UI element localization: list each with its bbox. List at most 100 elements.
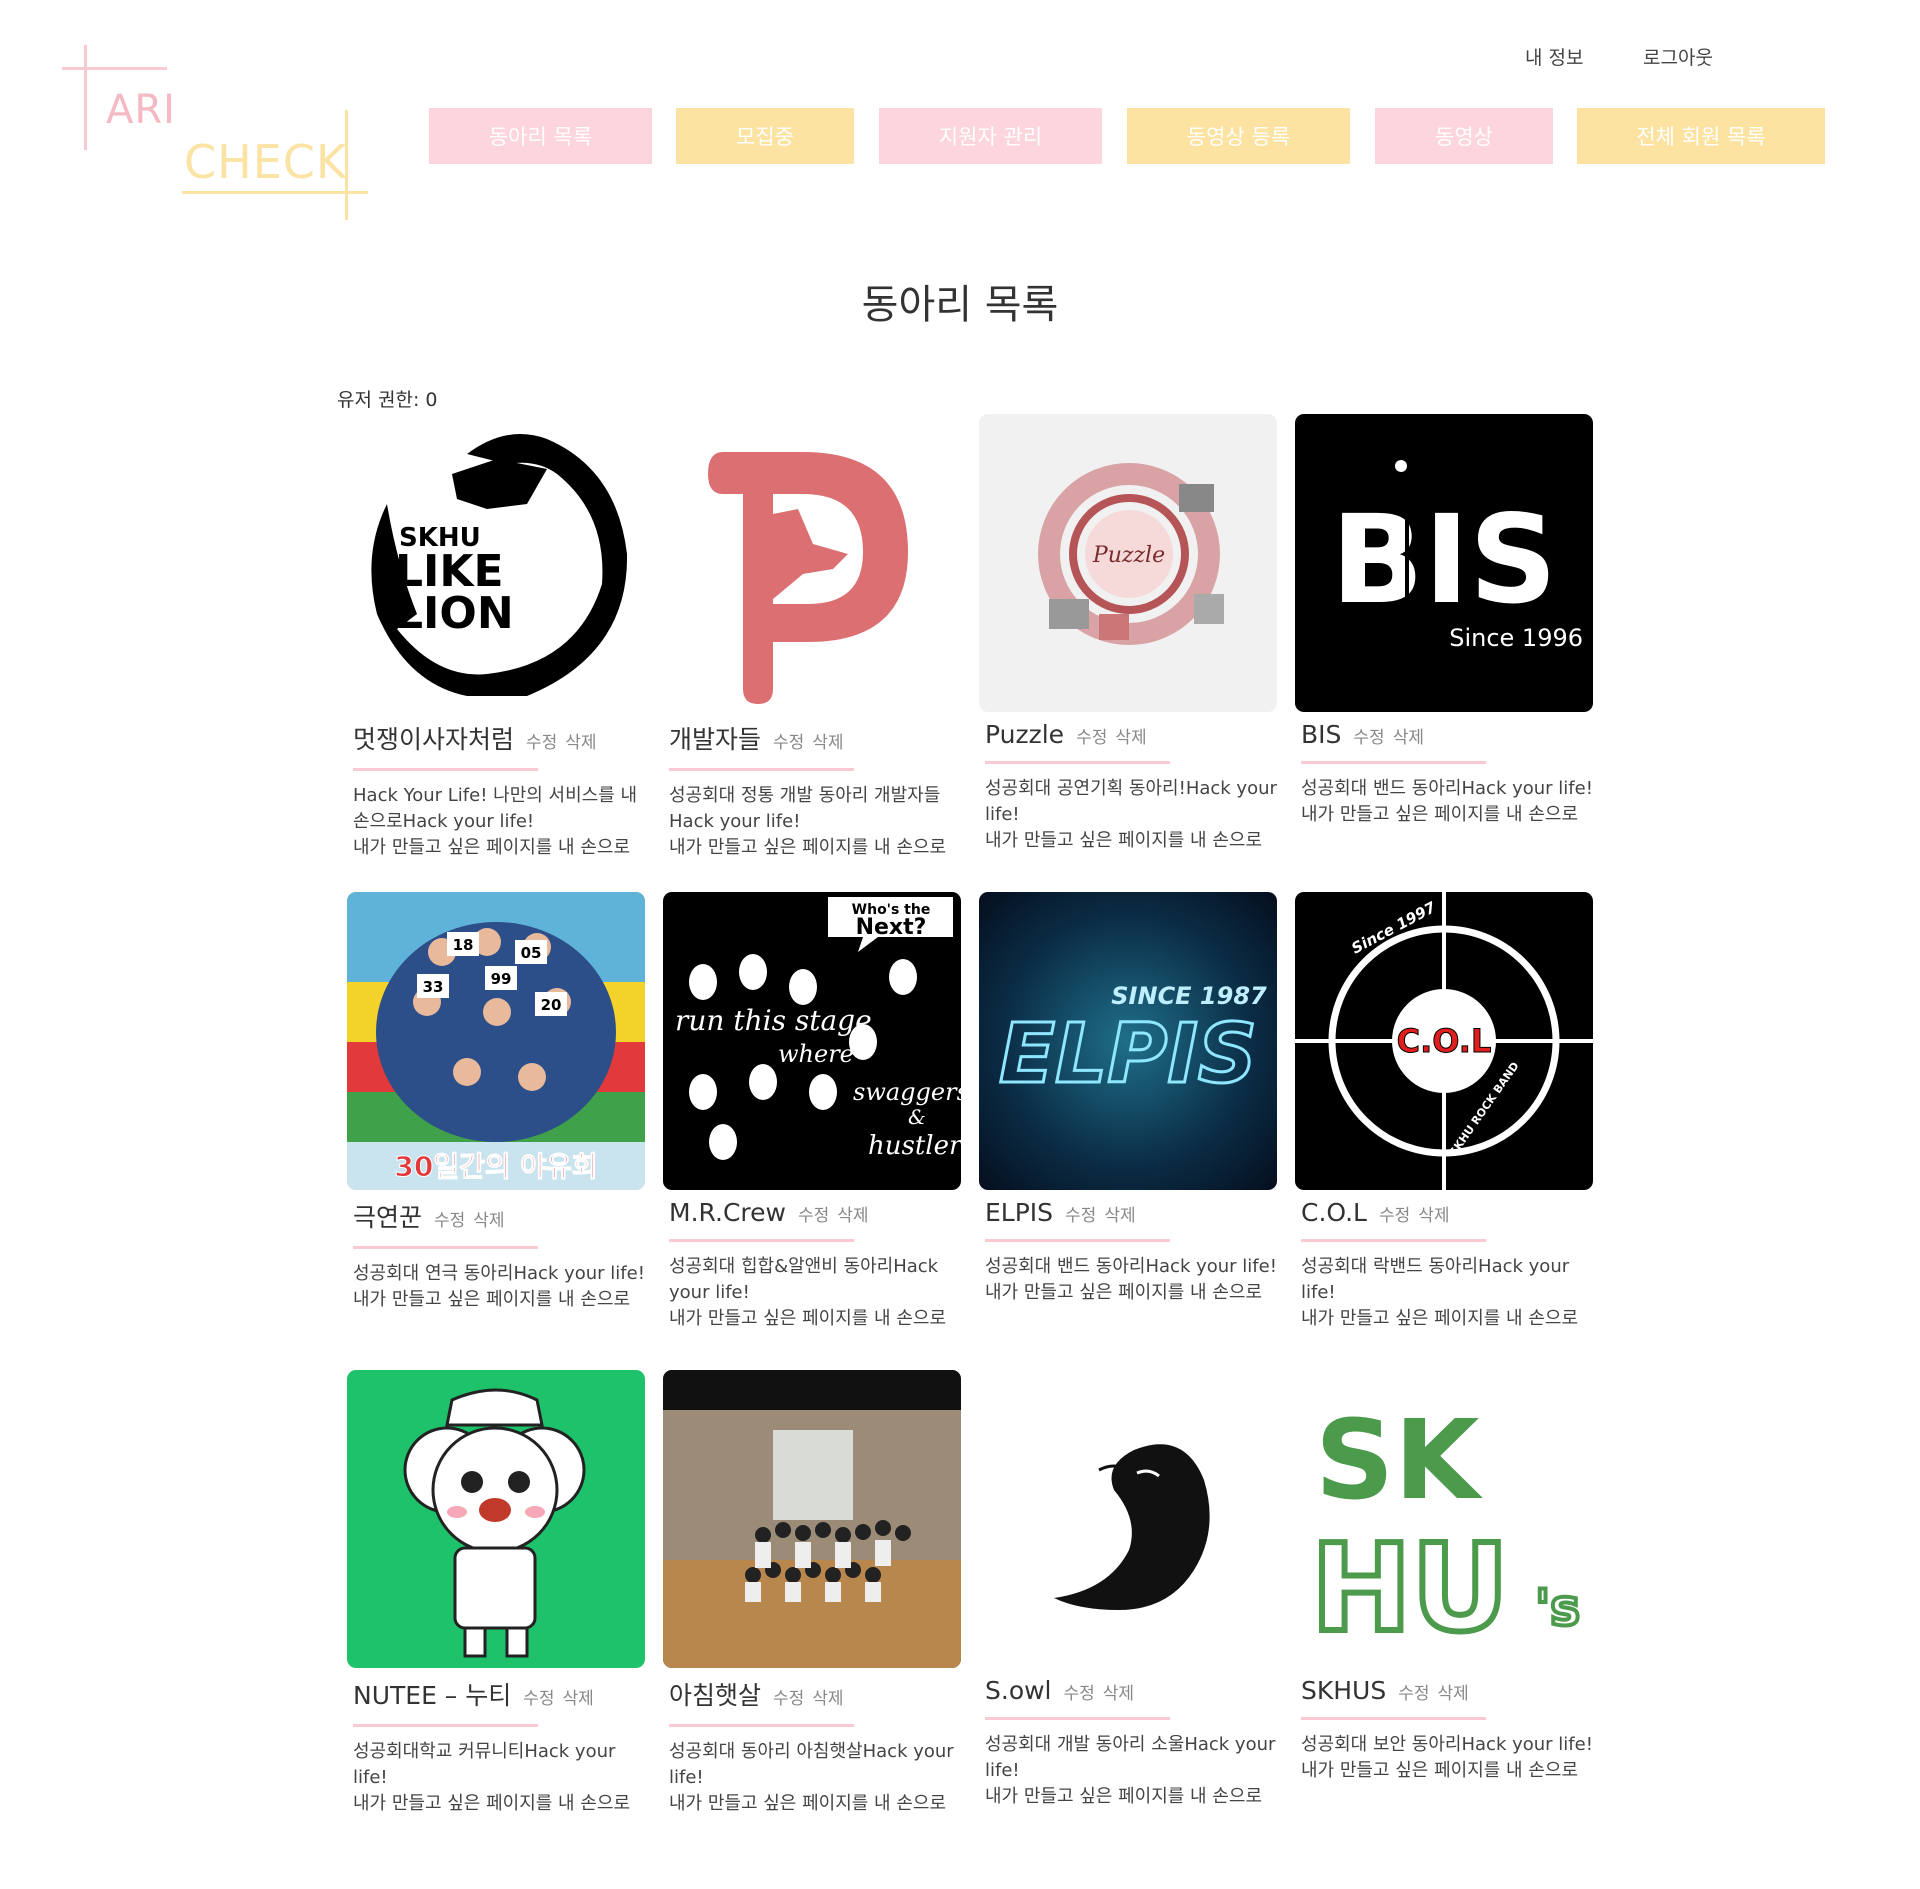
club-description: Hack Your Life! 나만의 서비스를 내손으로Hack your l…: [353, 785, 638, 858]
club-image-lion[interactable]: SKHU LIKE LION: [347, 414, 645, 712]
club-name[interactable]: BIS: [1301, 720, 1341, 749]
divider: [1301, 761, 1486, 764]
delete-link[interactable]: 삭제: [1418, 1206, 1449, 1226]
delete-link[interactable]: 삭제: [812, 733, 843, 753]
club-card[interactable]: 아침햇살 수정 삭제 성공회대 동아리 아침햇살Hack your life! 내가 …: [663, 1370, 961, 1817]
delete-link[interactable]: 삭제: [563, 1689, 594, 1709]
elpis-logo-text: ELPIS: [999, 1007, 1257, 1102]
page-title: 동아리 목록: [861, 282, 1059, 328]
divider: [985, 761, 1170, 764]
delete-link[interactable]: 삭제: [1115, 728, 1146, 748]
club-name[interactable]: M.R.Crew: [669, 1198, 786, 1227]
delete-link[interactable]: 삭제: [837, 1206, 868, 1226]
club-description: 성공회대 개발 동아리 소울Hack your life! 내가 만들고 싶은 페…: [985, 1734, 1276, 1807]
nav-all-members-button[interactable]: 전체 회원 목록: [1577, 108, 1825, 164]
club-card[interactable]: 18 05 33 99 20 30일간의 야유회 극연꾼 수정 삭제 성공회대 연극…: [347, 892, 645, 1313]
divider: [985, 1717, 1170, 1720]
club-card[interactable]: C.O.L Since 1997 SKHU ROCK BAND C.O.L 수정 삭…: [1295, 892, 1593, 1332]
delete-link[interactable]: 삭제: [565, 733, 596, 753]
club-name[interactable]: Puzzle: [985, 720, 1064, 749]
edit-link[interactable]: 수정: [1398, 1684, 1429, 1704]
club-image-elpis[interactable]: SINCE 1987 ELPIS: [979, 892, 1277, 1190]
club-name[interactable]: NUTEE – 누티: [353, 1681, 511, 1710]
club-description: 성공회대 락밴드 동아리Hack your life! 내가 만들고 싶은 페이지…: [1301, 1256, 1579, 1329]
club-image-theater[interactable]: 18 05 33 99 20 30일간의 야유회: [347, 892, 645, 1190]
delete-link[interactable]: 삭제: [1393, 728, 1424, 748]
club-name[interactable]: C.O.L: [1301, 1198, 1367, 1227]
edit-link[interactable]: 수정: [798, 1206, 829, 1226]
club-image-dog-d[interactable]: [663, 414, 961, 712]
club-card[interactable]: SKHU LIKE LION 멋쟁이사자처럼 수정 삭제 Hack Your Lif…: [347, 414, 645, 861]
nav-recruiting-button[interactable]: 모집중: [676, 108, 854, 164]
club-card[interactable]: Puzzle Puzzle 수정 삭제 성공회대 공연기획 동아리!Hack you…: [979, 414, 1277, 854]
poster-number: 99: [491, 970, 512, 988]
poster-number: 18: [453, 936, 474, 954]
divider: [1301, 1239, 1486, 1242]
edit-link[interactable]: 수정: [526, 733, 557, 753]
edit-link[interactable]: 수정: [1353, 728, 1384, 748]
poster-title: 30일간의 야유회: [394, 1150, 597, 1183]
logo-line: [182, 191, 368, 194]
edit-link[interactable]: 수정: [434, 1211, 465, 1231]
edit-link[interactable]: 수정: [1076, 728, 1107, 748]
poster-number: 20: [541, 996, 562, 1014]
logo-text-ari: ARI: [106, 87, 176, 133]
col-logo-text: C.O.L: [1397, 1022, 1492, 1060]
delete-link[interactable]: 삭제: [473, 1211, 504, 1231]
club-card[interactable]: 개발자들 수정 삭제 성공회대 정통 개발 동아리 개발자들 Hack your l…: [663, 414, 961, 861]
club-card[interactable]: SK HU 's SKHUS 수정 삭제 성공회대 보안 동아리Hack your …: [1295, 1370, 1593, 1784]
edit-link[interactable]: 수정: [1065, 1206, 1096, 1226]
club-image-bis[interactable]: BIS Since 1996: [1295, 414, 1593, 712]
club-name[interactable]: 극연꾼: [353, 1203, 422, 1232]
logo-line: [62, 67, 167, 70]
nav-video-button[interactable]: 동영상: [1375, 108, 1553, 164]
delete-link[interactable]: 삭제: [1103, 1684, 1134, 1704]
poster-text: swaggers: [853, 1078, 961, 1106]
ari-check-logo[interactable]: ARI CHECK: [62, 45, 382, 220]
club-image-nutee[interactable]: [347, 1370, 645, 1668]
club-name[interactable]: 아침햇살: [669, 1681, 761, 1710]
club-card[interactable]: Who's the Next? run this stage where swa…: [663, 892, 961, 1332]
club-name[interactable]: 개발자들: [669, 725, 761, 754]
delete-link[interactable]: 삭제: [812, 1689, 843, 1709]
nav-video-register-button[interactable]: 동영상 등록: [1127, 108, 1350, 164]
club-card[interactable]: NUTEE – 누티 수정 삭제 성공회대학교 커뮤니티Hack your life…: [347, 1370, 645, 1817]
club-description: 성공회대 보안 동아리Hack your life! 내가 만들고 싶은 페이지를…: [1301, 1734, 1593, 1781]
club-image-group-photo[interactable]: [663, 1370, 961, 1668]
lion-logo-text: LION: [395, 588, 514, 639]
bis-since-text: Since 1996: [1449, 624, 1583, 652]
divider: [353, 1724, 538, 1727]
club-description: 성공회대 동아리 아침햇살Hack your life! 내가 만들고 싶은 페이…: [669, 1741, 954, 1814]
poster-number: 33: [423, 978, 444, 996]
club-image-skhus[interactable]: SK HU 's: [1295, 1370, 1593, 1668]
poster-text: run this stage: [675, 1004, 872, 1037]
logout-link[interactable]: 로그아웃: [1643, 43, 1713, 70]
nav-applicant-manage-button[interactable]: 지원자 관리: [879, 108, 1102, 164]
poster-text: hustlers: [868, 1131, 961, 1161]
club-card[interactable]: BIS Since 1996 BIS 수정 삭제 성공회대 밴드 동아리Hack y…: [1295, 414, 1593, 828]
logo-line: [84, 45, 87, 150]
club-name[interactable]: ELPIS: [985, 1198, 1053, 1227]
edit-link[interactable]: 수정: [773, 1689, 804, 1709]
poster-text: &: [908, 1105, 926, 1129]
delete-link[interactable]: 삭제: [1104, 1206, 1135, 1226]
nav-club-list-button[interactable]: 동아리 목록: [429, 108, 652, 164]
club-image-owl[interactable]: [979, 1370, 1277, 1668]
edit-link[interactable]: 수정: [1064, 1684, 1095, 1704]
club-card[interactable]: SINCE 1987 ELPIS ELPIS 수정 삭제 성공회대 밴드 동아리Ha…: [979, 892, 1277, 1306]
club-name[interactable]: S.owl: [985, 1676, 1052, 1705]
edit-link[interactable]: 수정: [1379, 1206, 1410, 1226]
delete-link[interactable]: 삭제: [1438, 1684, 1469, 1704]
club-description: 성공회대 정통 개발 동아리 개발자들 Hack your life! 내가 만들…: [669, 785, 947, 858]
club-name[interactable]: 멋쟁이사자처럼: [353, 725, 514, 754]
my-info-link[interactable]: 내 정보: [1525, 43, 1583, 70]
club-image-col[interactable]: C.O.L Since 1997 SKHU ROCK BAND: [1295, 892, 1593, 1190]
club-image-puzzle[interactable]: Puzzle: [979, 414, 1277, 712]
club-image-hiphop[interactable]: Who's the Next? run this stage where swa…: [663, 892, 961, 1190]
club-name[interactable]: SKHUS: [1301, 1676, 1386, 1705]
edit-link[interactable]: 수정: [773, 733, 804, 753]
club-card[interactable]: S.owl 수정 삭제 성공회대 개발 동아리 소울Hack your life! 내…: [979, 1370, 1277, 1810]
divider: [353, 1246, 538, 1249]
edit-link[interactable]: 수정: [523, 1689, 554, 1709]
bis-logo-text: BIS: [1331, 489, 1557, 631]
